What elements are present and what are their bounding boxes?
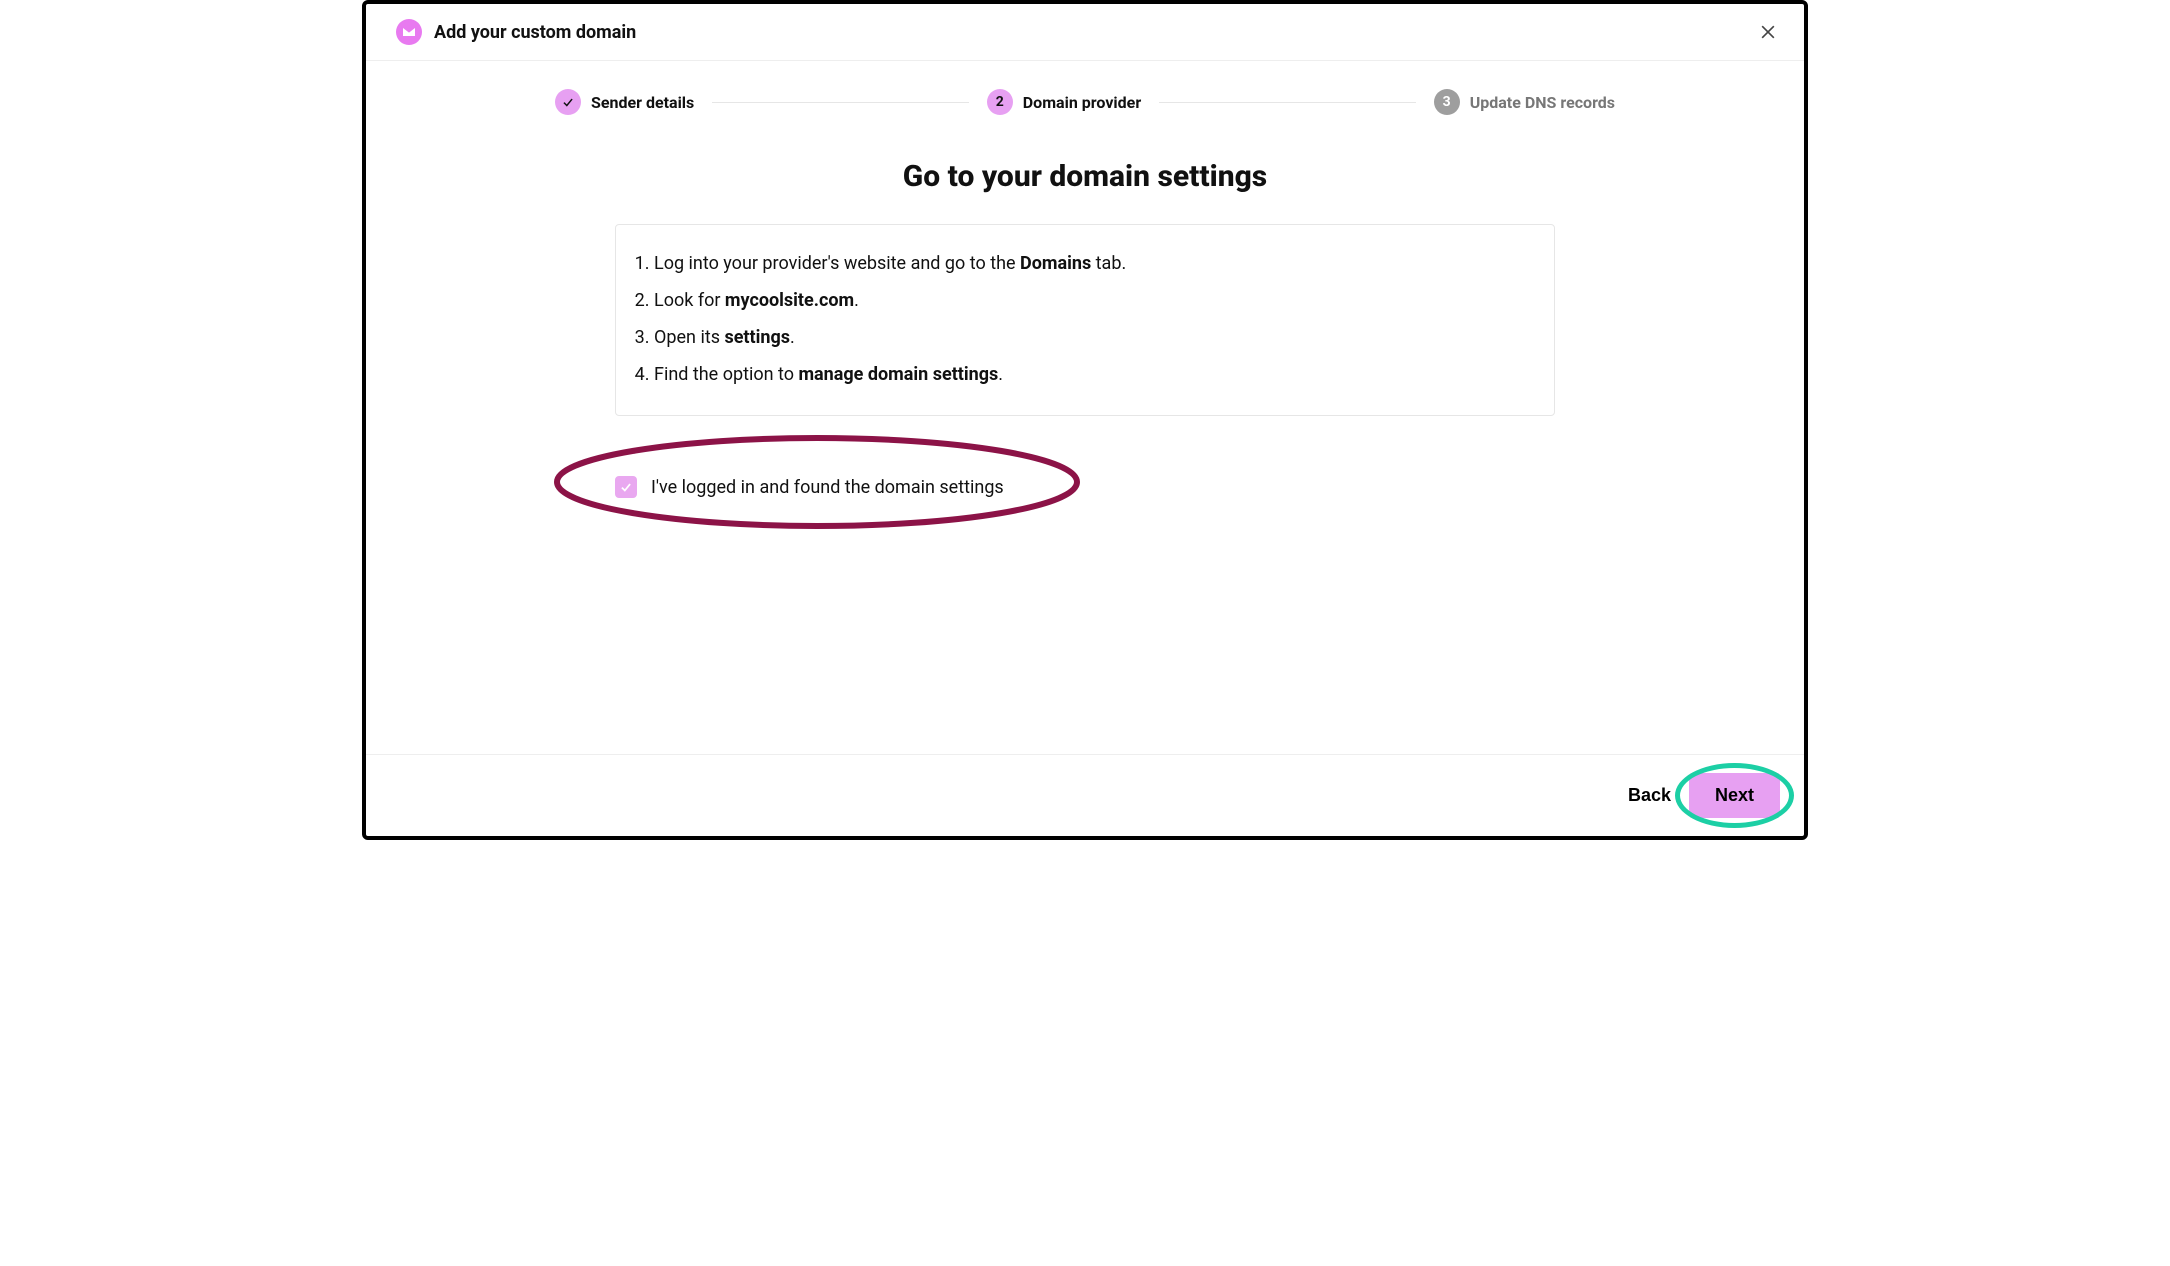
close-icon [1758,22,1778,42]
text: Look for [654,290,725,311]
text: . [790,327,795,348]
text: Log into your provider's website and go … [654,253,1020,274]
text: tab. [1091,253,1126,274]
dialog-header: Add your custom domain [366,4,1804,61]
instruction-item: Log into your provider's website and go … [654,245,1538,282]
step-domain-provider[interactable]: 2 Domain provider [987,89,1141,115]
text: . [998,364,1003,385]
text-bold: settings [724,327,790,348]
instruction-item: Find the option to manage domain setting… [654,356,1538,393]
instructions-card: Log into your provider's website and go … [615,224,1555,416]
text-bold: manage domain settings [798,364,998,385]
step-label: Domain provider [1023,93,1141,112]
text: Open its [654,327,724,348]
page-title: Go to your domain settings [386,159,1784,194]
back-button[interactable]: Back [1628,785,1671,806]
step-update-dns[interactable]: 3 Update DNS records [1434,89,1615,115]
text-bold: mycoolsite.com [725,290,854,311]
confirm-checkbox-row[interactable]: I've logged in and found the domain sett… [615,476,1004,498]
step-badge-done [555,89,581,115]
dialog-frame: Add your custom domain Sender details 2 … [362,0,1808,840]
instruction-item: Open its settings. [654,319,1538,356]
text-bold: Domains [1020,253,1091,274]
text: . [854,290,859,311]
check-icon [561,95,575,109]
step-separator [1159,102,1416,103]
step-label: Sender details [591,93,694,112]
text: Find the option to [654,364,798,385]
step-badge-active: 2 [987,89,1013,115]
step-sender-details[interactable]: Sender details [555,89,694,115]
check-icon [619,480,633,494]
next-button-wrap: Next [1689,773,1780,818]
confirm-row: I've logged in and found the domain sett… [615,450,1555,540]
dialog-title: Add your custom domain [434,22,636,43]
step-badge-pending: 3 [1434,89,1460,115]
instructions-list: Log into your provider's website and go … [632,245,1538,393]
stepper: Sender details 2 Domain provider 3 Updat… [555,89,1615,115]
close-button[interactable] [1754,18,1782,46]
confirm-checkbox[interactable] [615,476,637,498]
next-button[interactable]: Next [1689,773,1780,818]
confirm-label: I've logged in and found the domain sett… [651,477,1004,498]
dialog-content: Sender details 2 Domain provider 3 Updat… [366,61,1804,754]
instruction-item: Look for mycoolsite.com. [654,282,1538,319]
brand-icon [396,19,422,45]
step-separator [712,102,969,103]
dialog-footer: Back Next [366,754,1804,836]
step-label: Update DNS records [1470,93,1615,112]
